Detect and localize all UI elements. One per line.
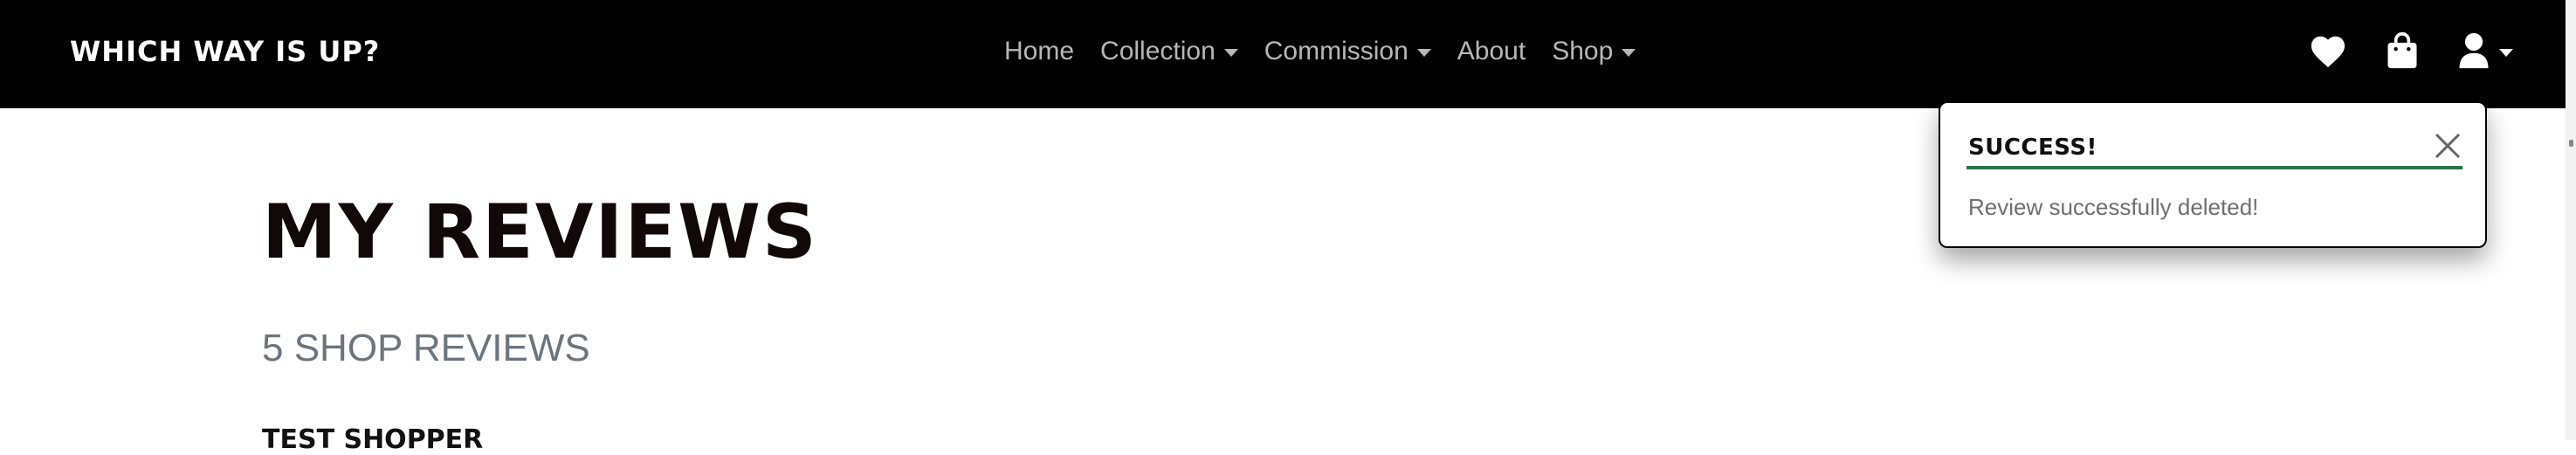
toast-title: Success! bbox=[1968, 134, 2097, 161]
toast-close-button[interactable] bbox=[2433, 131, 2462, 161]
nav-shop-label: Shop bbox=[1552, 37, 1614, 65]
nav-shop-dropdown[interactable]: Shop bbox=[1552, 37, 1636, 66]
shopping-bag-icon bbox=[2387, 31, 2417, 69]
caret-down-icon bbox=[1416, 49, 1431, 57]
nav-home-label: Home bbox=[1004, 37, 1075, 65]
wishlist-button[interactable] bbox=[2309, 33, 2347, 68]
nav-about-label: About bbox=[1457, 37, 1526, 65]
nav-links: Home Collection Commission About Shop bbox=[1004, 30, 1636, 73]
scrollbar[interactable] bbox=[2566, 0, 2576, 440]
brand-logo[interactable]: Which Way Is Up? bbox=[70, 30, 380, 73]
caret-down-icon bbox=[1223, 49, 1238, 57]
nav-collection-dropdown[interactable]: Collection bbox=[1100, 37, 1238, 66]
caret-down-icon bbox=[1622, 49, 1636, 57]
success-toast: Success! Review successfully deleted! bbox=[1939, 101, 2487, 248]
nav-icons bbox=[2309, 26, 2513, 75]
heart-icon bbox=[2311, 36, 2345, 68]
chevron-down-icon bbox=[2499, 48, 2513, 57]
shop-reviews-count: 5 Shop Reviews bbox=[262, 327, 590, 369]
nav-commission-label: Commission bbox=[1264, 37, 1409, 65]
nav-collection-label: Collection bbox=[1100, 37, 1216, 65]
close-icon bbox=[2435, 133, 2461, 159]
scrollbar-thumb[interactable] bbox=[2569, 140, 2573, 147]
navbar: Which Way Is Up? Home Collection Commiss… bbox=[0, 0, 2566, 108]
toast-message: Review successfully deleted! bbox=[1968, 194, 2259, 220]
user-icon bbox=[2459, 32, 2489, 69]
toast-header: Success! bbox=[1966, 119, 2462, 169]
nav-about-link[interactable]: About bbox=[1457, 37, 1526, 66]
page-title: My Reviews bbox=[262, 189, 818, 276]
nav-home-link[interactable]: Home bbox=[1004, 37, 1074, 66]
shopping-bag-button[interactable] bbox=[2386, 31, 2419, 70]
user-menu-button[interactable] bbox=[2457, 31, 2513, 70]
nav-commission-dropdown[interactable]: Commission bbox=[1264, 37, 1431, 66]
